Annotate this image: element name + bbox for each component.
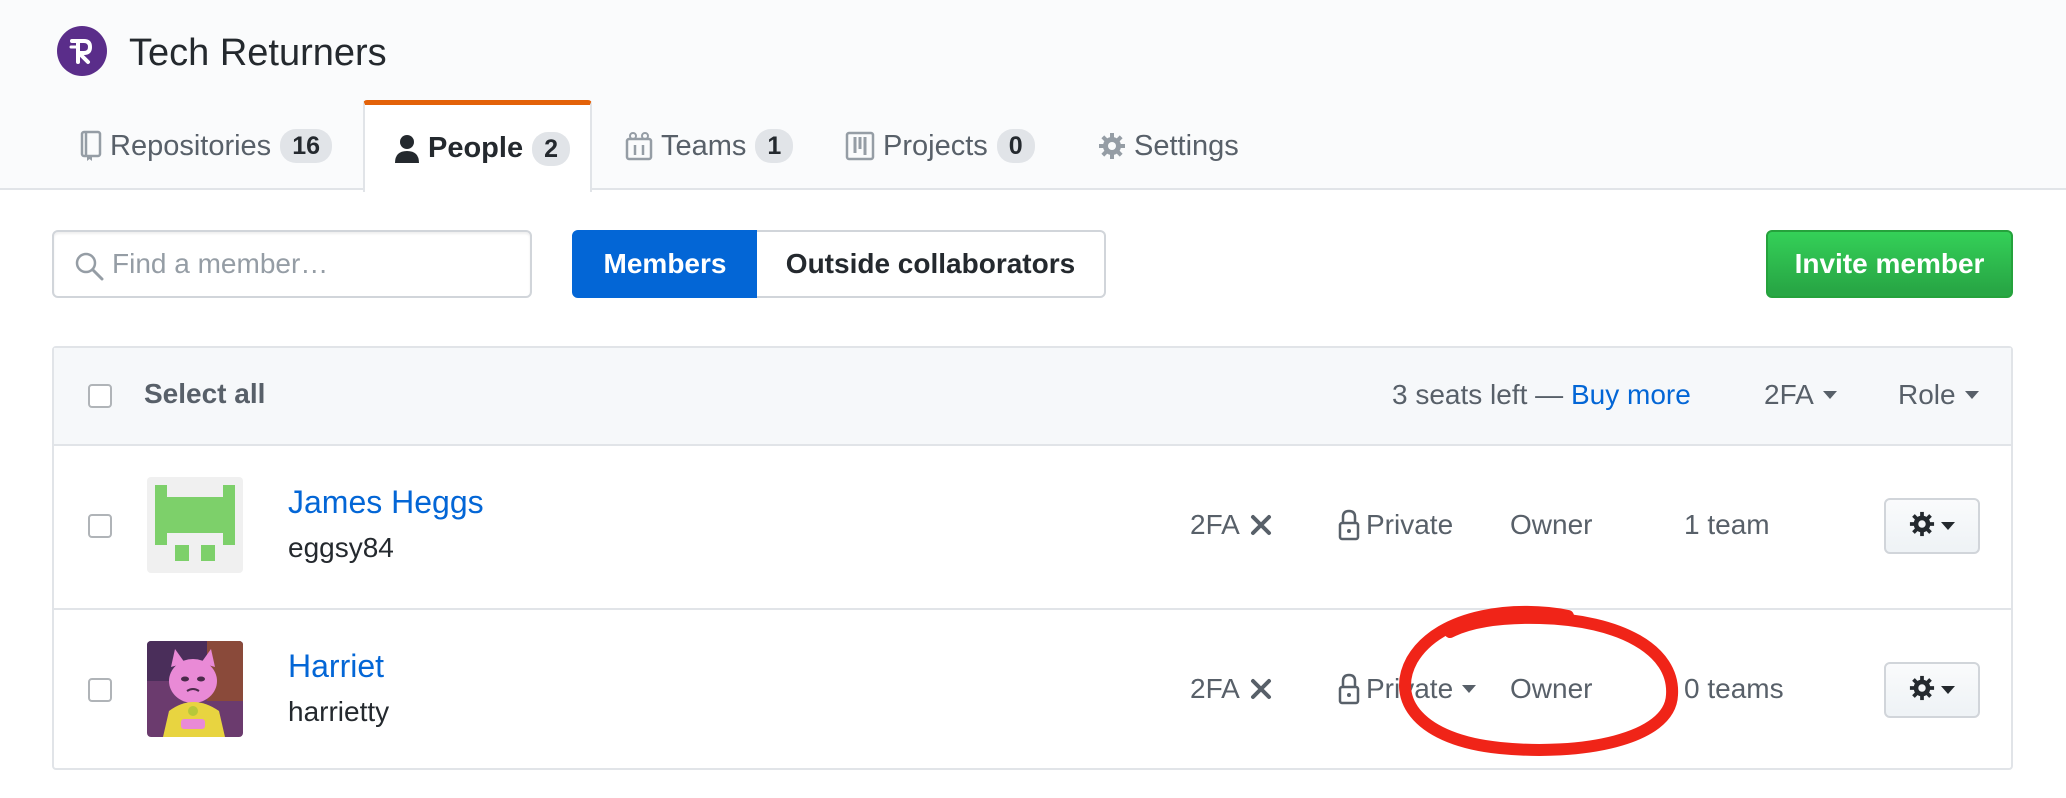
twofa-status: 2FA	[1190, 673, 1272, 705]
org-name[interactable]: Tech Returners	[129, 30, 387, 76]
tab-people[interactable]: People 2	[363, 100, 592, 192]
twofa-label: 2FA	[1190, 509, 1240, 540]
table-header: Select all 3 seats left — Buy more 2FA R…	[54, 348, 2011, 446]
tab-label: People	[428, 132, 524, 164]
select-all-label: Select all	[144, 378, 266, 409]
gear-icon	[1098, 132, 1126, 160]
twofa-filter-dropdown[interactable]: 2FA	[1764, 379, 1837, 411]
tab-repositories[interactable]: Repositories 16	[80, 100, 332, 192]
member-login: harrietty	[288, 696, 390, 727]
tab-label: Settings	[1134, 129, 1239, 162]
select-all-checkbox[interactable]	[88, 384, 112, 408]
org-logo[interactable]	[57, 26, 107, 76]
membership-visibility-dropdown[interactable]: Private	[1338, 673, 1477, 705]
member-checkbox[interactable]	[88, 678, 112, 702]
caret-down-icon	[1964, 391, 1979, 399]
member-role: Owner	[1510, 673, 1593, 704]
seats-info: 3 seats left — Buy more	[1392, 379, 1691, 411]
lock-icon	[1338, 509, 1360, 541]
members-filter-button[interactable]: Members	[572, 230, 758, 298]
project-icon	[845, 131, 875, 161]
twofa-status: 2FA	[1190, 509, 1272, 541]
tr-monogram-icon	[69, 39, 92, 64]
role-filter-label: Role	[1898, 379, 1956, 410]
member-checkbox[interactable]	[88, 514, 112, 538]
membership-visibility[interactable]: Private	[1338, 509, 1453, 541]
repo-icon	[80, 130, 102, 162]
tab-label: Teams	[661, 129, 747, 162]
twofa-filter-label: 2FA	[1764, 379, 1814, 410]
caret-down-icon	[1941, 686, 1955, 694]
teams-icon	[625, 131, 653, 161]
caret-down-icon	[1462, 685, 1477, 693]
member-role: Owner	[1510, 509, 1593, 540]
member-row: James Heggs eggsy84 2FA Private Owner 1 …	[54, 446, 2011, 608]
tab-label: Projects	[883, 129, 988, 162]
seats-left-text: 3 seats left —	[1392, 379, 1564, 410]
tab-label: Repositories	[110, 129, 272, 162]
avatar[interactable]	[147, 477, 243, 573]
role-filter-dropdown[interactable]: Role	[1898, 379, 1979, 411]
member-name-link[interactable]: Harriet	[288, 648, 384, 685]
person-icon	[394, 134, 420, 164]
gear-icon	[1909, 511, 1935, 542]
tab-settings[interactable]: Settings	[1098, 100, 1239, 192]
search-input[interactable]	[112, 242, 512, 286]
tab-counter: 1	[755, 129, 794, 163]
invite-member-button[interactable]: Invite member	[1766, 230, 2013, 298]
x-icon	[1250, 514, 1272, 536]
buy-more-link[interactable]: Buy more	[1571, 379, 1691, 410]
caret-down-icon	[1941, 522, 1955, 530]
tab-projects[interactable]: Projects 0	[845, 100, 1035, 192]
lock-icon	[1338, 673, 1360, 705]
org-header: Tech Returners Repositories 16 People 2 …	[0, 0, 2066, 192]
visibility-label: Private	[1366, 673, 1454, 704]
search-icon	[74, 251, 104, 286]
member-settings-button[interactable]	[1884, 662, 1980, 718]
member-teams-link[interactable]: 0 teams	[1684, 673, 1784, 705]
member-settings-button[interactable]	[1884, 498, 1980, 554]
member-search[interactable]	[52, 230, 532, 298]
caret-down-icon	[1822, 391, 1837, 399]
outside-collaborators-button[interactable]: Outside collaborators	[757, 230, 1106, 298]
gear-icon	[1909, 675, 1935, 706]
tab-counter: 2	[532, 131, 570, 166]
members-table: Select all 3 seats left — Buy more 2FA R…	[52, 346, 2013, 770]
avatar[interactable]	[147, 641, 243, 737]
twofa-label: 2FA	[1190, 673, 1240, 704]
member-name-link[interactable]: James Heggs	[288, 484, 484, 521]
x-icon	[1250, 678, 1272, 700]
member-login: eggsy84	[288, 532, 394, 563]
member-teams-link[interactable]: 1 team	[1684, 509, 1770, 541]
tab-counter: 0	[996, 129, 1035, 163]
tab-counter: 16	[280, 129, 332, 163]
member-row: Harriet harrietty 2FA Private Owner 0 te…	[54, 608, 2011, 770]
visibility-label: Private	[1366, 509, 1454, 540]
tab-teams[interactable]: Teams 1	[625, 100, 794, 192]
